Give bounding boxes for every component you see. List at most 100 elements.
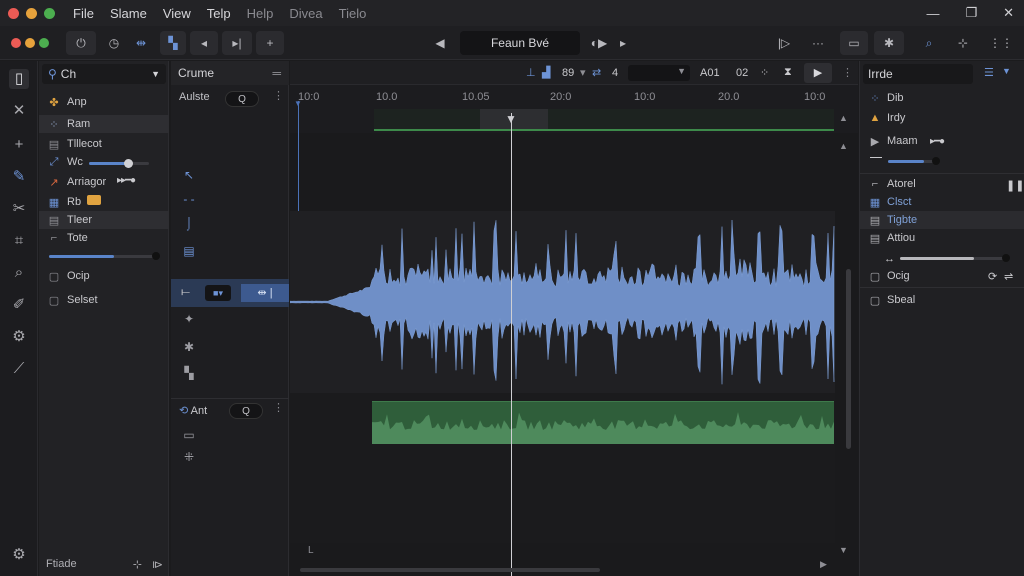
selected-track-strip[interactable]: ⟝ ■▾ ⇹ | [171,279,289,307]
sparkle-icon[interactable]: ✦ [181,311,197,327]
menu-help[interactable]: Help [247,6,274,21]
left-panel-item[interactable]: ⌐ Tote [39,229,169,247]
playhead-marker[interactable]: ▼ [505,112,517,126]
add-button[interactable]: + [256,31,284,55]
more-vertical-icon[interactable]: ⋮ [842,66,853,79]
menu-file[interactable]: File [73,6,94,21]
audio-lane[interactable] [289,211,835,393]
left-panel-item[interactable]: ▦ Rb [39,193,169,211]
split-button[interactable]: ▚ [160,31,186,55]
wc-slider[interactable] [89,159,149,168]
scroll-up-icon[interactable]: ▲ [839,113,848,123]
play-button[interactable]: ▶ [804,63,832,83]
mixer-button[interactable]: ▭ [840,31,868,55]
inspector-selector[interactable]: Irrde [863,64,973,84]
forward-button[interactable]: ▸| [222,31,252,55]
clip-icon[interactable]: ▤ [181,243,197,259]
restore-icon[interactable]: ❐ [965,5,977,21]
automation-lane[interactable] [374,109,834,129]
levels-icon[interactable]: ⧐ [152,558,163,571]
maximize-window-button[interactable] [44,7,55,19]
comment-icon[interactable]: ▚ [181,365,197,381]
pin-icon[interactable]: ⊹ [133,558,142,571]
scroll-up-icon[interactable]: ▲ [839,141,848,151]
count-in-icon[interactable]: ⧗ [784,66,792,79]
left-panel-item[interactable]: ▢ Ocip [39,267,169,285]
record-button[interactable]: ⏻ [66,31,96,55]
play-small-button[interactable]: ▸ [614,31,632,55]
color-swatch[interactable] [87,195,101,205]
playhead[interactable] [511,113,512,576]
refresh-icon[interactable]: ⟳ [988,270,997,283]
menu-lines-icon[interactable]: ═ [272,66,281,80]
dash-icon[interactable]: - - [181,191,197,207]
rewind-button[interactable]: ◀ [430,31,450,55]
inspector-item[interactable]: ▲ Irdy [860,109,1024,127]
position-select[interactable]: ▼ [628,65,690,81]
more-button[interactable]: ··· [808,31,828,55]
inspector-item[interactable]: ▤ Tigbte [860,211,1024,229]
attiou-slider[interactable] [900,257,1006,260]
sync-icon[interactable]: ⇄ [592,66,601,79]
track3-menu-icon[interactable]: ⋮ [273,401,284,414]
inspector-item[interactable]: ⌐ Atorel [860,175,1024,193]
loop-button[interactable]: ◐▶ [588,31,610,55]
scroll-down-icon[interactable]: ▼ [839,545,848,555]
inspector-item[interactable]: ▦ Clsct [860,193,1024,211]
signature-value[interactable]: 4 [612,67,618,79]
channel-selector[interactable]: ⚲ Ch ▼ [42,64,166,84]
folder-icon[interactable]: ▭ [181,427,197,443]
green-lane[interactable] [290,393,835,543]
menu-slame[interactable]: Slame [110,6,147,21]
cut-icon[interactable]: ✕ [9,101,29,121]
metronome-icon[interactable]: ⁘ [760,66,769,79]
instrument-icon[interactable]: ✱ [181,339,197,355]
inspector-item[interactable]: ▤ Attiou [860,229,1024,247]
inspector-item[interactable]: ▢ Sbeal [860,291,1024,309]
snap-button[interactable]: |▷ [774,31,794,55]
inspector-item[interactable]: ▢ Ocig [860,267,1024,285]
left-panel-item[interactable]: ✤ Anp [39,93,169,111]
effects-button[interactable]: ✱ [874,31,904,55]
zoom-button[interactable]: ⌕ [918,31,940,55]
arrow-icon[interactable]: ↖ [181,167,197,183]
scroll-right-icon[interactable]: ▶ [820,559,827,570]
audio-waveform[interactable] [289,211,835,393]
green-region[interactable] [372,401,834,444]
crop-icon[interactable]: ⌗ [9,231,29,251]
equals-icon[interactable]: ⇌ [1004,270,1013,283]
document-icon[interactable]: ▯ [9,69,29,89]
settings-gear-icon[interactable]: ⚙ [9,327,29,347]
maam-slider[interactable] [888,160,936,163]
minimize-window-button[interactable] [26,7,37,19]
left-panel-item[interactable]: ▤ Tlllecot [39,135,169,153]
vertical-scrollbar[interactable] [846,269,851,449]
pause-icon[interactable]: ❚❚ [1006,179,1024,192]
link-icon[interactable]: ↔ [884,253,895,265]
fit-button[interactable]: ⊹ [952,31,974,55]
curve-icon[interactable]: ⟋ [9,359,29,379]
menu-telp[interactable]: Telp [207,6,231,21]
tote-slider[interactable] [49,255,157,258]
menu-tielo[interactable]: Tielo [339,6,367,21]
bars-icon[interactable]: ▟ [542,66,550,79]
track1-search-toggle[interactable]: Q [225,91,259,107]
menu-view[interactable]: View [163,6,191,21]
menu-divea[interactable]: Divea [289,6,322,21]
clock-button[interactable]: ◷ [104,31,124,55]
beat-value[interactable]: 02 [736,67,748,79]
gear-icon[interactable]: ⚙ [9,545,29,565]
scissors-icon[interactable]: ✂ [9,199,29,219]
add-icon[interactable]: + [9,135,29,155]
bar-value[interactable]: A01 [700,67,720,79]
track-mode-select[interactable]: ■▾ [205,285,231,301]
back-button[interactable]: ◂ [190,31,218,55]
horizontal-scrollbar[interactable] [300,568,600,572]
left-panel-item[interactable]: ▢ Selset [39,291,169,309]
brush-icon[interactable]: ✐ [9,295,29,315]
time-ruler[interactable]: 10:0 10.0 10.05 20:0 10:0 20.0 10:0 [290,85,858,133]
track1-menu-icon[interactable]: ⋮ [273,89,284,102]
list-icon[interactable]: ☰ [984,66,994,79]
curve-tool-icon[interactable]: ⌡ [181,215,197,231]
track3-search-toggle[interactable]: Q [229,403,263,419]
